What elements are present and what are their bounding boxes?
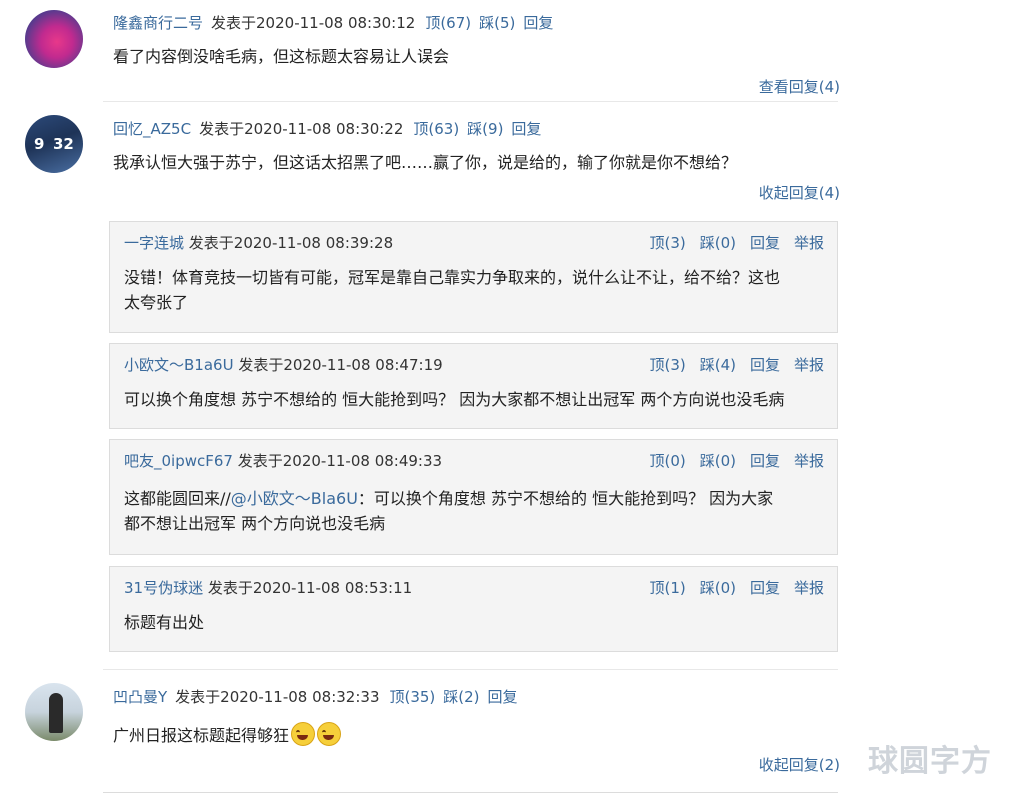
reply-text-line: 可以换个角度想 苏宁不想给的 恒大能抢到吗？ 因为大家都不想让出冠军 两个方向说… (124, 390, 785, 409)
reply-button[interactable]: 回复 (750, 234, 780, 252)
downvote-button[interactable]: 踩(0) (700, 234, 736, 252)
reply-button[interactable]: 回复 (750, 452, 780, 470)
downvote-button[interactable]: 踩(9) (467, 120, 503, 138)
reply-item: 31号伪球迷 发表于2020-11-08 08:53:11 顶(1) 踩(0) 回复… (109, 566, 838, 652)
reply-text-line: 太夸张了 (124, 293, 189, 312)
reply-text-line: 都不想让出冠军 两个方向说也没毛病 (124, 514, 386, 533)
reply-actions: 顶(3) 踩(0) 回复 举报 (635, 233, 824, 253)
reply-text-rest: ：可以换个角度想 苏宁不想给的 恒大能抢到吗？ 因为大家 (357, 489, 774, 508)
avatar-image-text: 32 (53, 135, 74, 153)
comment-text-content: 广州日报这标题起得够狂 (113, 726, 290, 745)
username-link[interactable]: 31号伪球迷 (124, 579, 203, 597)
avatar-image-text: 9 (34, 135, 45, 153)
reply-text: 这都能圆回来//@小欧文～Bla6U：可以换个角度想 苏宁不想给的 恒大能抢到吗… (124, 486, 824, 536)
downvote-button[interactable]: 踩(4) (700, 356, 736, 374)
reply-button[interactable]: 回复 (750, 356, 780, 374)
reply-button[interactable]: 回复 (750, 579, 780, 597)
username-link[interactable]: 回忆_AZ5C (113, 120, 191, 138)
user-avatar[interactable] (25, 10, 83, 68)
upvote-button[interactable]: 顶(67) (425, 14, 471, 32)
username-link[interactable]: 一字连城 (124, 234, 184, 252)
laugh-cry-emoji-icon (291, 722, 316, 746)
username-link[interactable]: 吧友_0ipwcF67 (124, 452, 233, 470)
watermark-text: 球圆字方 (868, 744, 992, 779)
collapse-replies-button[interactable]: 收起回复(4) (759, 183, 840, 203)
reply-item: 小欧文～B1a6U 发表于2020-11-08 08:47:19 顶(3) 踩(4… (109, 343, 838, 429)
mention-link[interactable]: @小欧文～Bla6U (231, 489, 358, 508)
reply-meta: 31号伪球迷 发表于2020-11-08 08:53:11 (124, 578, 412, 598)
username-link[interactable]: 凹凸曼Y (113, 688, 167, 706)
post-date: 发表于2020-11-08 08:49:33 (237, 452, 443, 470)
username-link[interactable]: 隆鑫商行二号 (113, 14, 203, 32)
reply-text: 没错！体育竞技一切皆有可能，冠军是靠自己靠实力争取来的，说什么让不让，给不给？这… (124, 265, 824, 315)
reply-text: 可以换个角度想 苏宁不想给的 恒大能抢到吗？ 因为大家都不想让出冠军 两个方向说… (124, 387, 824, 412)
post-date: 发表于2020-11-08 08:30:22 (199, 120, 404, 138)
reply-actions: 顶(0) 踩(0) 回复 举报 (635, 451, 824, 471)
upvote-button[interactable]: 顶(63) (413, 120, 459, 138)
comment-meta: 隆鑫商行二号 发表于2020-11-08 08:30:12 顶(67) 踩(5) 回复 (113, 13, 553, 33)
reply-text: 标题有出处 (124, 610, 824, 635)
comment-text: 看了内容倒没啥毛病，但这标题太容易让人误会 (113, 47, 450, 66)
report-button[interactable]: 举报 (794, 452, 824, 470)
post-date: 发表于2020-11-08 08:32:33 (175, 688, 380, 706)
upvote-button[interactable]: 顶(35) (389, 688, 435, 706)
upvote-button[interactable]: 顶(1) (649, 579, 685, 597)
comment-meta: 凹凸曼Y 发表于2020-11-08 08:32:33 顶(35) 踩(2) 回复 (113, 687, 518, 707)
username-link[interactable]: 小欧文～B1a6U (124, 356, 234, 374)
downvote-button[interactable]: 踩(0) (700, 579, 736, 597)
divider (103, 101, 838, 102)
report-button[interactable]: 举报 (794, 356, 824, 374)
reply-button[interactable]: 回复 (488, 688, 518, 706)
downvote-button[interactable]: 踩(2) (443, 688, 479, 706)
comment-text: 广州日报这标题起得够狂 (113, 722, 342, 747)
view-replies-button[interactable]: 查看回复(4) (759, 77, 840, 97)
reply-item: 一字连城 发表于2020-11-08 08:39:28 顶(3) 踩(0) 回复 举报… (109, 221, 838, 333)
collapse-replies-button[interactable]: 收起回复(2) (759, 755, 840, 775)
reply-actions: 顶(3) 踩(4) 回复 举报 (635, 355, 824, 375)
user-avatar[interactable] (25, 683, 83, 741)
reply-text-line: 没错！体育竞技一切皆有可能，冠军是靠自己靠实力争取来的，说什么让不让，给不给？这… (124, 268, 781, 287)
post-date: 发表于2020-11-08 08:30:12 (211, 14, 416, 32)
reply-item: 吧友_0ipwcF67 发表于2020-11-08 08:49:33 顶(0) 踩… (109, 439, 838, 555)
divider (103, 669, 838, 670)
report-button[interactable]: 举报 (794, 234, 824, 252)
user-avatar[interactable]: 9 32 (25, 115, 83, 173)
reply-text-line: 标题有出处 (124, 613, 205, 632)
comment-text: 我承认恒大强于苏宁，但这话太招黑了吧……赢了你，说是给的，输了你就是你不想给？ (113, 153, 738, 172)
upvote-button[interactable]: 顶(3) (649, 234, 685, 252)
avatar-figure (49, 693, 63, 733)
reply-meta: 吧友_0ipwcF67 发表于2020-11-08 08:49:33 (124, 451, 442, 471)
post-date: 发表于2020-11-08 08:53:11 (207, 579, 413, 597)
upvote-button[interactable]: 顶(0) (649, 452, 685, 470)
reply-meta: 小欧文～B1a6U 发表于2020-11-08 08:47:19 (124, 355, 443, 375)
reply-text-prefix: 这都能圆回来// (124, 489, 231, 508)
upvote-button[interactable]: 顶(3) (649, 356, 685, 374)
reply-actions: 顶(1) 踩(0) 回复 举报 (635, 578, 824, 598)
laugh-cry-emoji-icon (317, 722, 342, 746)
divider (103, 792, 838, 793)
downvote-button[interactable]: 踩(5) (479, 14, 515, 32)
downvote-button[interactable]: 踩(0) (700, 452, 736, 470)
post-date: 发表于2020-11-08 08:47:19 (238, 356, 443, 374)
reply-button[interactable]: 回复 (523, 14, 553, 32)
comment-meta: 回忆_AZ5C 发表于2020-11-08 08:30:22 顶(63) 踩(9) 回复 (113, 119, 541, 139)
reply-meta: 一字连城 发表于2020-11-08 08:39:28 (124, 233, 393, 253)
reply-button[interactable]: 回复 (511, 120, 541, 138)
post-date: 发表于2020-11-08 08:39:28 (188, 234, 394, 252)
report-button[interactable]: 举报 (794, 579, 824, 597)
reply-text-line: 这都能圆回来//@小欧文～Bla6U：可以换个角度想 苏宁不想给的 恒大能抢到吗… (124, 486, 824, 511)
